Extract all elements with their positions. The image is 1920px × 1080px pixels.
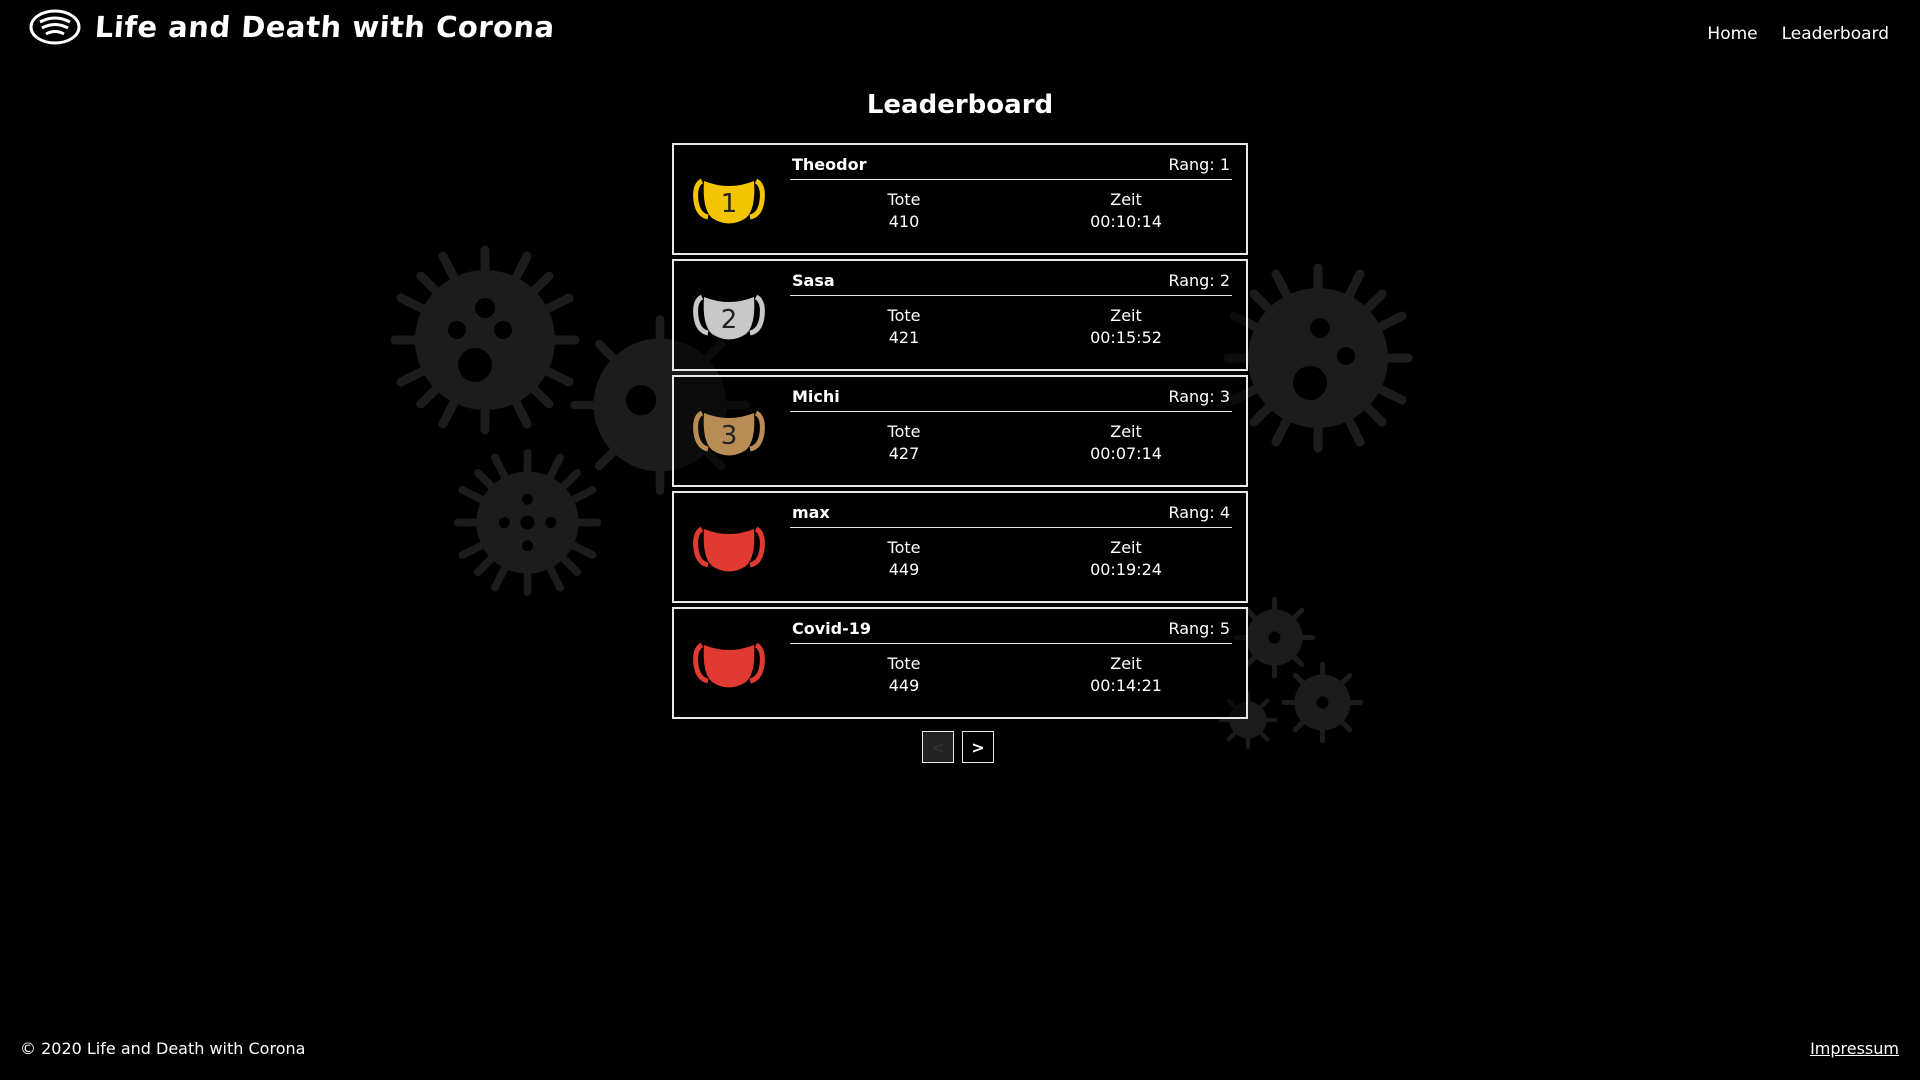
- svg-text:2: 2: [721, 305, 738, 335]
- red-mask-icon: [693, 642, 765, 688]
- virus-icon: [453, 448, 602, 597]
- kills-stat: Tote 427: [834, 421, 974, 465]
- player-name: max: [792, 503, 830, 522]
- nav-leaderboard[interactable]: Leaderboard: [1782, 24, 1889, 44]
- page-title: Leaderboard: [866, 90, 1054, 120]
- leaderboard-list: 1 Theodor Rang: 1 Tote 410 Zeit 00:10:14…: [672, 143, 1248, 723]
- time-label: Zeit: [1110, 654, 1142, 673]
- kills-label: Tote: [887, 654, 921, 673]
- entry-header: max Rang: 4: [790, 501, 1232, 528]
- player-name: Michi: [792, 387, 840, 406]
- copyright-text: © 2020 Life and Death with Corona: [20, 1039, 306, 1058]
- kills-value: 421: [888, 328, 920, 347]
- kills-value: 449: [888, 560, 920, 579]
- time-label: Zeit: [1110, 306, 1142, 325]
- leaderboard-entry: max Rang: 4 Tote 449 Zeit 00:19:24: [672, 491, 1248, 603]
- face-mask-icon: [29, 9, 81, 45]
- time-stat: Zeit 00:07:14: [1056, 421, 1196, 465]
- time-label: Zeit: [1110, 190, 1142, 209]
- kills-label: Tote: [887, 190, 921, 209]
- site-title: Life and Death with Corona: [93, 10, 556, 44]
- bronze-mask-icon: 3: [693, 410, 765, 456]
- rank-label: Rang: 5: [1168, 619, 1230, 638]
- rank-label: Rang: 3: [1168, 387, 1230, 406]
- kills-value: 427: [888, 444, 920, 463]
- svg-text:1: 1: [721, 189, 738, 219]
- time-value: 00:10:14: [1090, 212, 1162, 231]
- time-stat: Zeit 00:10:14: [1056, 189, 1196, 233]
- rank-label: Rang: 2: [1168, 271, 1230, 290]
- time-value: 00:15:52: [1090, 328, 1162, 347]
- player-name: Covid-19: [792, 619, 872, 638]
- time-stat: Zeit 00:15:52: [1056, 305, 1196, 349]
- entry-header: Michi Rang: 3: [790, 385, 1232, 412]
- rank-label: Rang: 4: [1168, 503, 1230, 522]
- brand[interactable]: Life and Death with Corona: [29, 8, 556, 46]
- kills-stat: Tote 449: [834, 537, 974, 581]
- pagination: < >: [922, 731, 994, 763]
- site-header: Life and Death with Corona Home Leaderbo…: [0, 0, 1920, 60]
- kills-value: 410: [888, 212, 920, 231]
- kills-label: Tote: [887, 306, 921, 325]
- silver-mask-icon: 2: [693, 294, 765, 340]
- svg-text:3: 3: [721, 421, 738, 451]
- kills-label: Tote: [887, 422, 921, 441]
- time-value: 00:19:24: [1090, 560, 1162, 579]
- leaderboard-entry: Covid-19 Rang: 5 Tote 449 Zeit 00:14:21: [672, 607, 1248, 719]
- entry-header: Sasa Rang: 2: [790, 269, 1232, 296]
- kills-value: 449: [888, 676, 920, 695]
- next-page-button[interactable]: >: [962, 731, 994, 763]
- player-name: Sasa: [792, 271, 835, 290]
- red-mask-icon: [693, 526, 765, 572]
- impressum-link[interactable]: Impressum: [1810, 1039, 1899, 1058]
- virus-icon: [390, 245, 580, 435]
- kills-stat: Tote 449: [834, 653, 974, 697]
- time-stat: Zeit 00:19:24: [1056, 537, 1196, 581]
- kills-label: Tote: [887, 538, 921, 557]
- time-label: Zeit: [1110, 422, 1142, 441]
- nav-home[interactable]: Home: [1707, 24, 1757, 44]
- time-label: Zeit: [1110, 538, 1142, 557]
- prev-page-button[interactable]: <: [922, 731, 954, 763]
- time-value: 00:14:21: [1090, 676, 1162, 695]
- player-name: Theodor: [792, 155, 867, 174]
- kills-stat: Tote 410: [834, 189, 974, 233]
- virus-icon: [1223, 263, 1413, 453]
- main-nav: Home Leaderboard: [1707, 24, 1889, 44]
- leaderboard-entry: 3 Michi Rang: 3 Tote 427 Zeit 00:07:14: [672, 375, 1248, 487]
- time-stat: Zeit 00:14:21: [1056, 653, 1196, 697]
- entry-header: Covid-19 Rang: 5: [790, 617, 1232, 644]
- kills-stat: Tote 421: [834, 305, 974, 349]
- leaderboard-entry: 2 Sasa Rang: 2 Tote 421 Zeit 00:15:52: [672, 259, 1248, 371]
- leaderboard-entry: 1 Theodor Rang: 1 Tote 410 Zeit 00:10:14: [672, 143, 1248, 255]
- virus-icon: [1281, 661, 1364, 744]
- time-value: 00:07:14: [1090, 444, 1162, 463]
- entry-header: Theodor Rang: 1: [790, 153, 1232, 180]
- gold-mask-icon: 1: [693, 178, 765, 224]
- rank-label: Rang: 1: [1168, 155, 1230, 174]
